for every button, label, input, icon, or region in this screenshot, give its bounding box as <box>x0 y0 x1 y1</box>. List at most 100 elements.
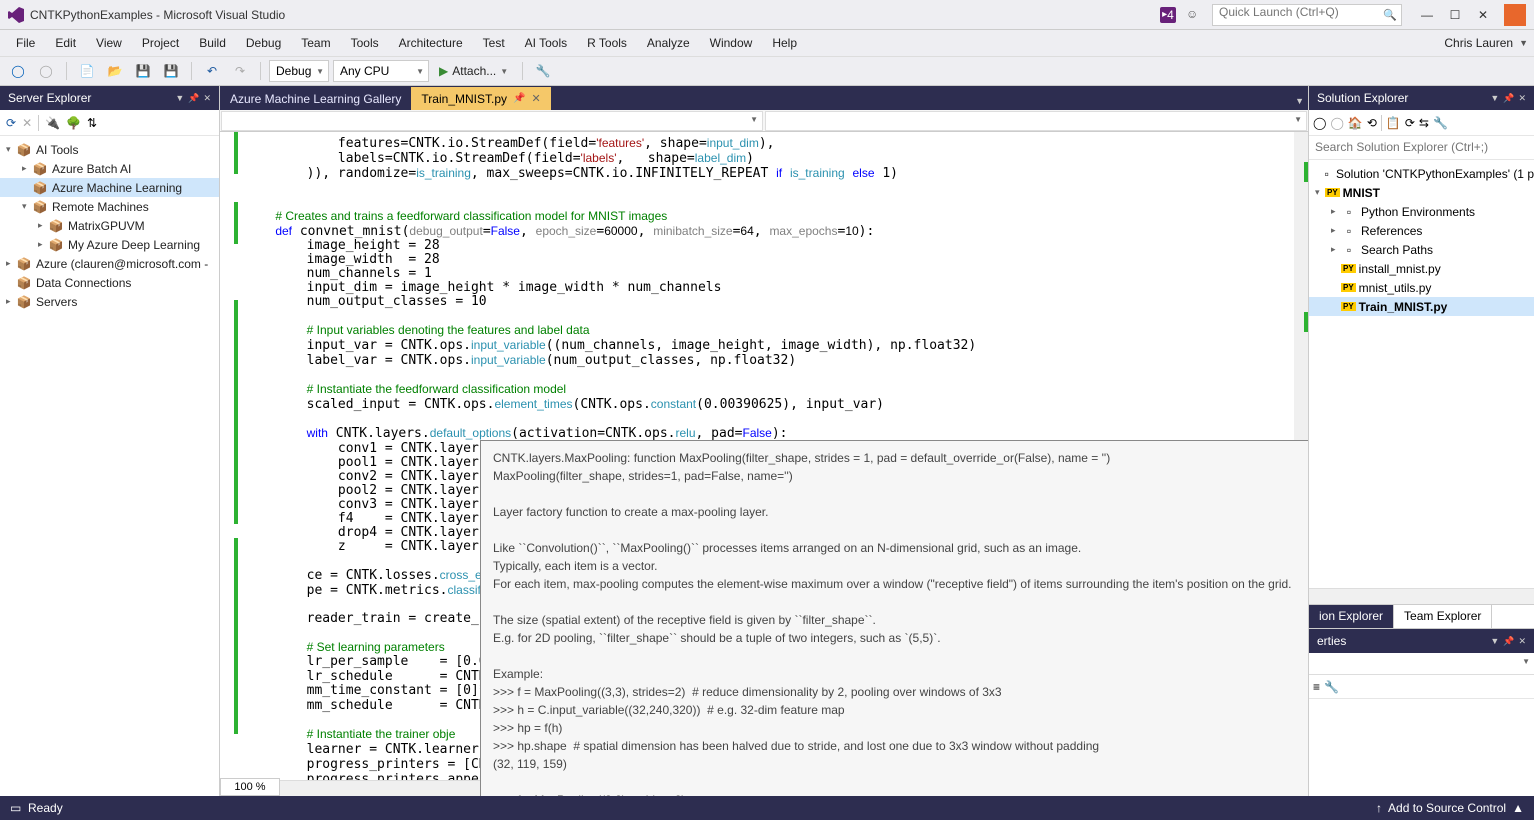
tree-node[interactable]: 📦Data Connections <box>0 273 219 292</box>
chevron-down-icon[interactable]: ▼ <box>1519 38 1528 48</box>
tab-train-mnist[interactable]: Train_MNIST.py 📌 ✕ <box>411 87 550 110</box>
open-button[interactable]: 📂 <box>103 59 127 83</box>
close-button[interactable]: ✕ <box>1470 5 1496 25</box>
redo-button[interactable]: ↷ <box>228 59 252 83</box>
props-icon[interactable]: 🔧 <box>1433 116 1448 130</box>
solution-tree[interactable]: ▫Solution 'CNTKPythonExamples' (1 p▾PYMN… <box>1309 160 1534 588</box>
pin-icon[interactable]: 📌 <box>1503 93 1514 104</box>
feedback-icon[interactable]: ☺ <box>1186 7 1202 23</box>
publish-icon: ↑ <box>1376 801 1382 815</box>
close-icon[interactable]: ✕ <box>1518 93 1526 104</box>
zoom-combo[interactable]: 100 % <box>220 778 280 796</box>
tree-node[interactable]: ▸📦MatrixGPUVM <box>0 216 219 235</box>
saveall-button[interactable]: 💾 <box>159 59 183 83</box>
menu-tools[interactable]: Tools <box>341 32 389 54</box>
undo-button[interactable]: ↶ <box>200 59 224 83</box>
home-icon[interactable]: ◯ <box>1313 116 1326 130</box>
connect-icon[interactable]: 🔌 <box>45 116 60 130</box>
config-dropdown[interactable]: Debug▼ <box>269 60 329 82</box>
tree-node[interactable]: ▾PYMNIST <box>1309 183 1534 202</box>
right-pane-tabs: ion Explorer Team Explorer <box>1309 604 1534 628</box>
tree-node[interactable]: ▾📦Remote Machines <box>0 197 219 216</box>
menu-build[interactable]: Build <box>189 32 236 54</box>
user-label[interactable]: Chris Lauren <box>1444 36 1513 50</box>
pane-dropdown-icon[interactable]: ▼ <box>1490 636 1499 647</box>
member-dropdown[interactable]: ▼ <box>765 111 1307 131</box>
quick-launch-input[interactable]: 🔍 <box>1212 4 1402 26</box>
tab-solution-explorer[interactable]: ion Explorer <box>1309 605 1394 628</box>
nav-back-button[interactable]: ◯ <box>6 59 30 83</box>
notification-flag[interactable]: ▸4 <box>1160 7 1176 23</box>
solution-explorer-title: Solution Explorer ▼ 📌 ✕ <box>1309 86 1534 110</box>
showall-icon[interactable]: 📋 <box>1386 116 1401 130</box>
tree-node[interactable]: ▸▫References <box>1309 221 1534 240</box>
solution-search[interactable] <box>1309 136 1534 160</box>
nav-fwd-button[interactable]: ◯ <box>34 59 58 83</box>
pin-icon[interactable]: 📌 <box>1503 636 1514 647</box>
menu-window[interactable]: Window <box>700 32 763 54</box>
refresh-icon[interactable]: ⟳ <box>6 116 16 130</box>
home2-icon[interactable]: 🏠 <box>1348 116 1363 130</box>
back-icon[interactable]: ◯ <box>1330 116 1343 130</box>
menu-team[interactable]: Team <box>291 32 340 54</box>
tree-node[interactable]: PYmnist_utils.py <box>1309 278 1534 297</box>
scope-dropdown[interactable]: ▼ <box>221 111 763 131</box>
server-explorer-pane: Server Explorer ▼ 📌 ✕ ⟳ ✕ 🔌 🌳 ⇅ ▾📦AI Too… <box>0 86 220 796</box>
extra-tool-button[interactable]: 🔧 <box>531 59 555 83</box>
pin-icon[interactable]: 📌 <box>513 93 525 104</box>
tab-team-explorer[interactable]: Team Explorer <box>1394 605 1492 628</box>
pin-icon[interactable]: 📌 <box>188 93 199 104</box>
maximize-button[interactable]: ☐ <box>1442 5 1468 25</box>
menu-architecture[interactable]: Architecture <box>389 32 473 54</box>
menu-test[interactable]: Test <box>473 32 515 54</box>
sync-icon[interactable]: ⟲ <box>1367 116 1377 130</box>
stop-icon[interactable]: ✕ <box>22 116 32 130</box>
menu-debug[interactable]: Debug <box>236 32 291 54</box>
source-control-button[interactable]: ↑ Add to Source Control ▲ <box>1376 801 1524 815</box>
vs-icon <box>8 7 24 23</box>
pane-dropdown-icon[interactable]: ▼ <box>175 93 184 104</box>
minimize-button[interactable]: — <box>1414 5 1440 25</box>
tab-gallery[interactable]: Azure Machine Learning Gallery <box>220 87 411 110</box>
tree-node[interactable]: PYinstall_mnist.py <box>1309 259 1534 278</box>
tree-node[interactable]: ▸▫Search Paths <box>1309 240 1534 259</box>
editor-area[interactable]: features=CNTK.io.StreamDef(field='featur… <box>220 132 1308 796</box>
save-button[interactable]: 💾 <box>131 59 155 83</box>
tree-node[interactable]: 📦Azure Machine Learning <box>0 178 219 197</box>
menu-rtools[interactable]: R Tools <box>577 32 637 54</box>
categorize-icon[interactable]: ≡ <box>1313 680 1320 694</box>
notification-badge[interactable] <box>1504 4 1526 26</box>
tree-node[interactable]: ▾📦AI Tools <box>0 140 219 159</box>
menu-view[interactable]: View <box>86 32 132 54</box>
tree-node[interactable]: ▸📦Servers <box>0 292 219 311</box>
title-bar: CNTKPythonExamples - Microsoft Visual St… <box>0 0 1534 30</box>
tree-node[interactable]: PYTrain_MNIST.py <box>1309 297 1534 316</box>
close-icon[interactable]: ✕ <box>1518 636 1526 647</box>
menu-edit[interactable]: Edit <box>45 32 86 54</box>
tree-node[interactable]: ▸▫Python Environments <box>1309 202 1534 221</box>
sort-icon[interactable]: 🔧 <box>1324 680 1339 694</box>
tree-node[interactable]: ▸📦Azure (clauren@microsoft.com - <box>0 254 219 273</box>
menu-file[interactable]: File <box>6 32 45 54</box>
menu-project[interactable]: Project <box>132 32 189 54</box>
close-icon[interactable]: ✕ <box>531 92 540 105</box>
tab-overflow-icon[interactable]: ▼ <box>1291 92 1308 110</box>
run-attach-button[interactable]: ▶ Attach... ▼ <box>433 64 514 78</box>
solution-hscroll[interactable] <box>1309 588 1534 604</box>
collapse-icon[interactable]: ⇆ <box>1419 116 1429 130</box>
menu-analyze[interactable]: Analyze <box>637 32 700 54</box>
server-explorer-tree[interactable]: ▾📦AI Tools▸📦Azure Batch AI📦Azure Machine… <box>0 136 219 796</box>
new-button[interactable]: 📄 <box>75 59 99 83</box>
close-icon[interactable]: ✕ <box>203 93 211 104</box>
tree-node[interactable]: ▸📦My Azure Deep Learning <box>0 235 219 254</box>
tree-icon[interactable]: 🌳 <box>66 116 81 130</box>
pane-dropdown-icon[interactable]: ▼ <box>1490 93 1499 104</box>
tree-node[interactable]: ▸📦Azure Batch AI <box>0 159 219 178</box>
menu-aitools[interactable]: AI Tools <box>515 32 577 54</box>
properties-combo[interactable]: ▼ <box>1309 653 1534 675</box>
refresh-icon[interactable]: ⟳ <box>1405 116 1415 130</box>
tree-node[interactable]: ▫Solution 'CNTKPythonExamples' (1 p <box>1309 164 1534 183</box>
sort-icon[interactable]: ⇅ <box>87 116 97 130</box>
menu-help[interactable]: Help <box>762 32 807 54</box>
platform-dropdown[interactable]: Any CPU▼ <box>333 60 429 82</box>
